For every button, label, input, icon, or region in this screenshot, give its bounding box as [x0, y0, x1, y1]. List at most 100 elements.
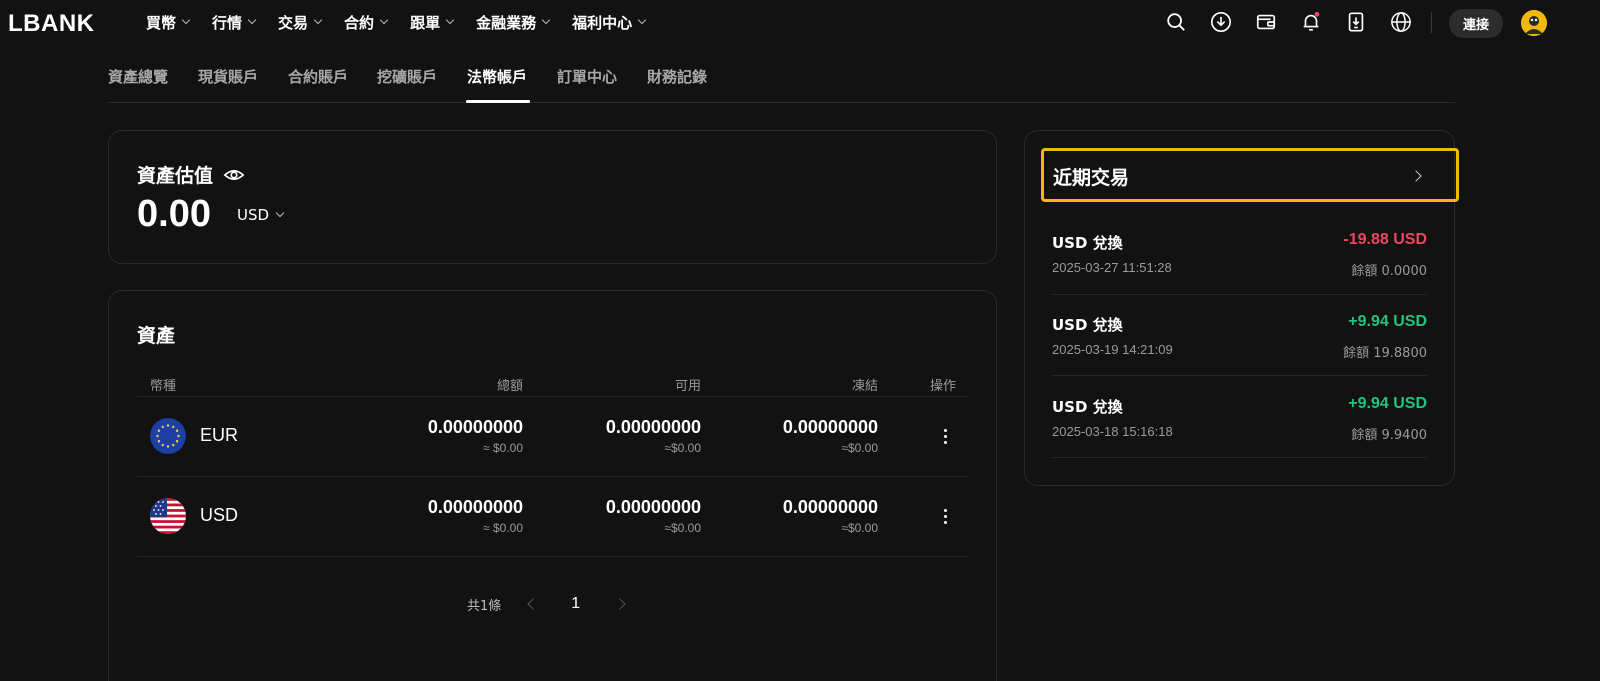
nav-buy-crypto[interactable]: 買幣: [146, 12, 191, 33]
valuation-title-text: 資產估值: [137, 165, 214, 187]
transaction-amount: +9.94 USD: [1348, 395, 1427, 412]
connect-button[interactable]: 連接: [1449, 9, 1503, 38]
tab-mining-account[interactable]: 挖礦賬戶: [377, 66, 437, 87]
frozen-usd-value: ≈$0.00: [841, 521, 878, 535]
assets-card: 資產 幣種 總額 可用 凍結 操作 EUR 0.00000000 ≈ $0.00…: [108, 290, 997, 681]
account-tabs: 資產總覽 現貨賬戶 合約賬戶 挖礦賬戶 法幣帳戶 訂單中心 財務記錄: [108, 54, 1455, 103]
table-divider: [137, 556, 969, 557]
pagination-total: 共1條: [467, 598, 502, 614]
valuation-currency-label: USD: [237, 206, 270, 224]
frozen-usd-value: ≈$0.00: [841, 441, 878, 455]
valuation-currency-select[interactable]: USD: [237, 206, 285, 224]
chevron-right-icon: [1410, 170, 1422, 182]
globe-icon[interactable]: [1390, 11, 1412, 33]
assets-title: 資產: [137, 325, 176, 347]
coin-name: USD: [200, 505, 239, 525]
eur-flag-icon: [150, 418, 186, 454]
nav-divider: [1431, 12, 1432, 33]
nav-label: 買幣: [146, 13, 177, 32]
transaction-item[interactable]: USD 兌換 2025-03-27 11:51:28 -19.88 USD 餘額…: [1052, 231, 1427, 314]
transaction-divider: [1052, 457, 1427, 458]
transaction-item[interactable]: USD 兌換 2025-03-19 14:21:09 +9.94 USD 餘額 …: [1052, 313, 1427, 396]
frozen-value: 0.00000000: [782, 417, 878, 437]
recent-transactions-card: 近期交易 USD 兌換 2025-03-27 11:51:28 -19.88 U…: [1024, 130, 1459, 486]
valuation-title: 資產估值: [137, 161, 245, 188]
avatar[interactable]: [1521, 10, 1547, 36]
tab-fiat-account[interactable]: 法幣帳戶: [467, 66, 527, 87]
chevron-down-icon: [541, 15, 551, 25]
chevron-down-icon: [637, 15, 647, 25]
nav-label: 行情: [212, 13, 243, 32]
download-icon[interactable]: [1210, 11, 1232, 33]
table-row: USD 0.00000000 ≈ $0.00 0.00000000 ≈$0.00…: [137, 476, 969, 556]
asset-valuation-card: 資產估值 0.00 USD: [108, 130, 997, 264]
transaction-time: 2025-03-19 14:21:09: [1052, 342, 1173, 357]
available-value: 0.00000000: [605, 417, 701, 437]
tab-spot-account[interactable]: 現貨賬戶: [198, 66, 258, 87]
available-usd-value: ≈$0.00: [664, 441, 701, 455]
nav-label: 福利中心: [572, 13, 633, 32]
frozen-cell: 0.00000000 ≈$0.00: [783, 417, 878, 455]
transaction-time: 2025-03-27 11:51:28: [1052, 260, 1172, 275]
chevron-down-icon: [181, 15, 191, 25]
nav-futures[interactable]: 合約: [344, 12, 389, 33]
frozen-value: 0.00000000: [782, 497, 878, 517]
search-icon[interactable]: [1165, 11, 1187, 33]
col-available: 可用: [674, 379, 701, 394]
recent-transactions-title: 近期交易: [1053, 167, 1130, 189]
total-cell: 0.00000000 ≈ $0.00: [428, 417, 523, 455]
bell-icon[interactable]: [1300, 11, 1322, 33]
transaction-time: 2025-03-18 15:16:18: [1052, 424, 1173, 439]
chevron-down-icon: [313, 15, 323, 25]
nav-trade[interactable]: 交易: [278, 12, 323, 33]
transaction-name: USD 兌換: [1052, 316, 1123, 334]
chevron-down-icon: [445, 15, 455, 25]
top-navbar: LBANK 買幣 行情 交易 合約 跟單 金融業務 福利中心 連接: [0, 0, 1600, 44]
transaction-name: USD 兌換: [1052, 234, 1123, 252]
eye-icon[interactable]: [223, 164, 245, 186]
wallet-icon[interactable]: [1255, 11, 1277, 33]
nav-label: 金融業務: [476, 13, 537, 32]
available-cell: 0.00000000 ≈$0.00: [606, 497, 701, 535]
nav-finance[interactable]: 金融業務: [476, 12, 551, 33]
total-usd-value: ≈ $0.00: [483, 521, 523, 535]
coin-name: EUR: [200, 425, 239, 445]
recent-transactions-header[interactable]: 近期交易: [1041, 148, 1459, 202]
nav-label: 合約: [344, 13, 375, 32]
nav-markets[interactable]: 行情: [212, 12, 257, 33]
transaction-item[interactable]: USD 兌換 2025-03-18 15:16:18 +9.94 USD 餘額 …: [1052, 395, 1427, 478]
main-nav: 買幣 行情 交易 合約 跟單 金融業務 福利中心: [146, 0, 647, 44]
page-number[interactable]: 1: [571, 595, 580, 613]
chevron-down-icon: [275, 208, 285, 218]
next-page-icon[interactable]: [614, 598, 626, 610]
transaction-name: USD 兌換: [1052, 398, 1123, 416]
col-action: 操作: [929, 379, 956, 394]
transaction-balance: 餘額 0.0000: [1351, 264, 1427, 279]
table-row: EUR 0.00000000 ≈ $0.00 0.00000000 ≈$0.00…: [137, 396, 969, 476]
assets-table-header: 幣種 總額 可用 凍結 操作: [137, 375, 969, 397]
transaction-amount: +9.94 USD: [1348, 313, 1427, 330]
nav-label: 交易: [278, 13, 309, 32]
transaction-balance: 餘額 19.8800: [1343, 346, 1427, 361]
col-frozen: 凍結: [851, 379, 878, 394]
more-options-icon[interactable]: [935, 424, 955, 448]
more-options-icon[interactable]: [935, 504, 955, 528]
transaction-amount: -19.88 USD: [1343, 231, 1427, 248]
active-tab-indicator: [466, 100, 530, 103]
nav-copy-trading[interactable]: 跟單: [410, 12, 455, 33]
tab-overview[interactable]: 資產總覽: [108, 66, 168, 87]
lbank-logo[interactable]: LBANK: [8, 10, 95, 38]
chevron-down-icon: [379, 15, 389, 25]
total-cell: 0.00000000 ≈ $0.00: [428, 497, 523, 535]
col-total: 總額: [496, 379, 523, 394]
prev-page-icon[interactable]: [527, 598, 539, 610]
tab-financial-records[interactable]: 財務記錄: [647, 66, 707, 87]
app-download-icon[interactable]: [1345, 11, 1367, 33]
transaction-divider: [1052, 375, 1427, 376]
available-value: 0.00000000: [605, 497, 701, 517]
col-currency: 幣種: [150, 379, 177, 394]
tab-futures-account[interactable]: 合約賬戶: [288, 66, 348, 87]
transaction-divider: [1052, 294, 1427, 295]
tab-order-center[interactable]: 訂單中心: [557, 66, 617, 87]
nav-rewards[interactable]: 福利中心: [572, 12, 647, 33]
